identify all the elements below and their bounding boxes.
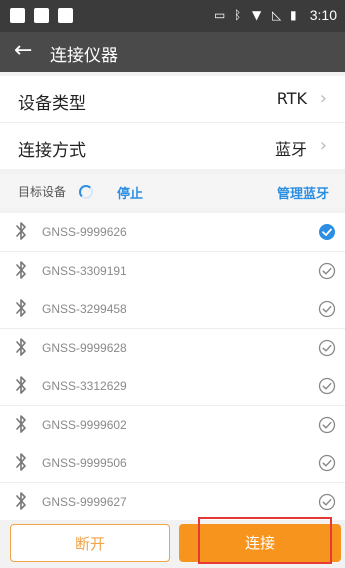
bluetooth-icon <box>16 261 26 279</box>
device-name: GNSS-3312629 <box>42 379 127 393</box>
wifi-icon: ▼ <box>252 8 262 22</box>
bottom-bar: 断开 连接 <box>0 520 345 568</box>
bluetooth-icon <box>16 338 26 356</box>
target-device-bar: 目标设备 停止 管理蓝牙 <box>0 174 345 208</box>
device-list-item[interactable]: GNSS-9999627 <box>0 483 345 520</box>
device-name: GNSS-9999628 <box>42 341 127 355</box>
status-time: 3:10 <box>309 7 337 23</box>
bluetooth-icon <box>16 299 26 317</box>
check-circle-icon[interactable] <box>318 454 336 472</box>
check-circle-filled-icon[interactable] <box>318 223 336 241</box>
bluetooth-icon <box>16 415 26 433</box>
chevron-right-icon: › <box>319 88 327 109</box>
device-name: GNSS-9999627 <box>42 495 127 509</box>
device-name: GNSS-9999602 <box>42 418 127 432</box>
device-list-item[interactable]: GNSS-9999602 <box>0 406 345 445</box>
connection-method-label: 连接方式 <box>18 141 86 161</box>
device-type-label: 设备类型 <box>18 94 86 114</box>
device-name: GNSS-3299458 <box>42 302 127 316</box>
bluetooth-icon <box>16 222 26 240</box>
bluetooth-icon <box>16 492 26 510</box>
loading-spinner-icon <box>79 185 93 199</box>
app-bar: ← 连接仪器 <box>0 32 345 72</box>
check-circle-icon[interactable] <box>318 300 336 318</box>
device-list-item[interactable]: GNSS-9999626 <box>0 213 345 252</box>
target-device-label: 目标设备 <box>18 185 67 199</box>
notification-icon <box>58 8 73 23</box>
check-circle-icon[interactable] <box>318 377 336 395</box>
device-type-value: RTK <box>276 89 307 108</box>
device-list-item[interactable]: GNSS-9999628 <box>0 329 345 368</box>
notification-icon <box>34 8 49 23</box>
status-bar: ▭ ᛒ ▼ ◺ ▮ 3:10 <box>0 0 345 32</box>
battery-icon: ▮ <box>290 8 297 22</box>
check-circle-icon[interactable] <box>318 262 336 280</box>
device-name: GNSS-9999506 <box>42 456 127 470</box>
connection-method-row[interactable]: 连接方式 蓝牙 › <box>0 123 345 169</box>
notification-icon <box>10 8 25 23</box>
stop-scan-button[interactable]: 停止 <box>117 183 143 202</box>
device-list-item[interactable]: GNSS-3299458 <box>0 290 345 329</box>
cast-icon: ▭ <box>214 8 226 22</box>
manage-bluetooth-button[interactable]: 管理蓝牙 <box>277 183 329 202</box>
arrow-left-icon[interactable]: ← <box>14 38 32 64</box>
check-circle-icon[interactable] <box>318 416 336 434</box>
check-circle-icon[interactable] <box>318 339 336 357</box>
check-circle-icon[interactable] <box>318 493 336 511</box>
connect-button[interactable]: 连接 <box>179 524 341 562</box>
device-name: GNSS-3309191 <box>42 264 127 278</box>
bluetooth-icon: ᛒ <box>234 8 242 22</box>
device-name: GNSS-9999626 <box>42 225 127 239</box>
device-type-row[interactable]: 设备类型 RTK › <box>0 76 345 122</box>
bluetooth-icon <box>16 376 26 394</box>
device-list-item[interactable]: GNSS-3309191 <box>0 252 345 291</box>
device-list: GNSS-9999626 GNSS-3309191 GNSS-3299458 GNSS… <box>0 213 345 520</box>
disconnect-button[interactable]: 断开 <box>10 524 170 562</box>
no-signal-icon: ◺ <box>272 8 282 22</box>
device-list-item[interactable]: GNSS-9999506 <box>0 444 345 483</box>
bluetooth-icon <box>16 453 26 471</box>
connection-method-value: 蓝牙 <box>274 140 307 159</box>
chevron-right-icon: › <box>319 135 327 156</box>
device-list-item[interactable]: GNSS-3312629 <box>0 367 345 406</box>
page-title: 连接仪器 <box>50 46 118 66</box>
